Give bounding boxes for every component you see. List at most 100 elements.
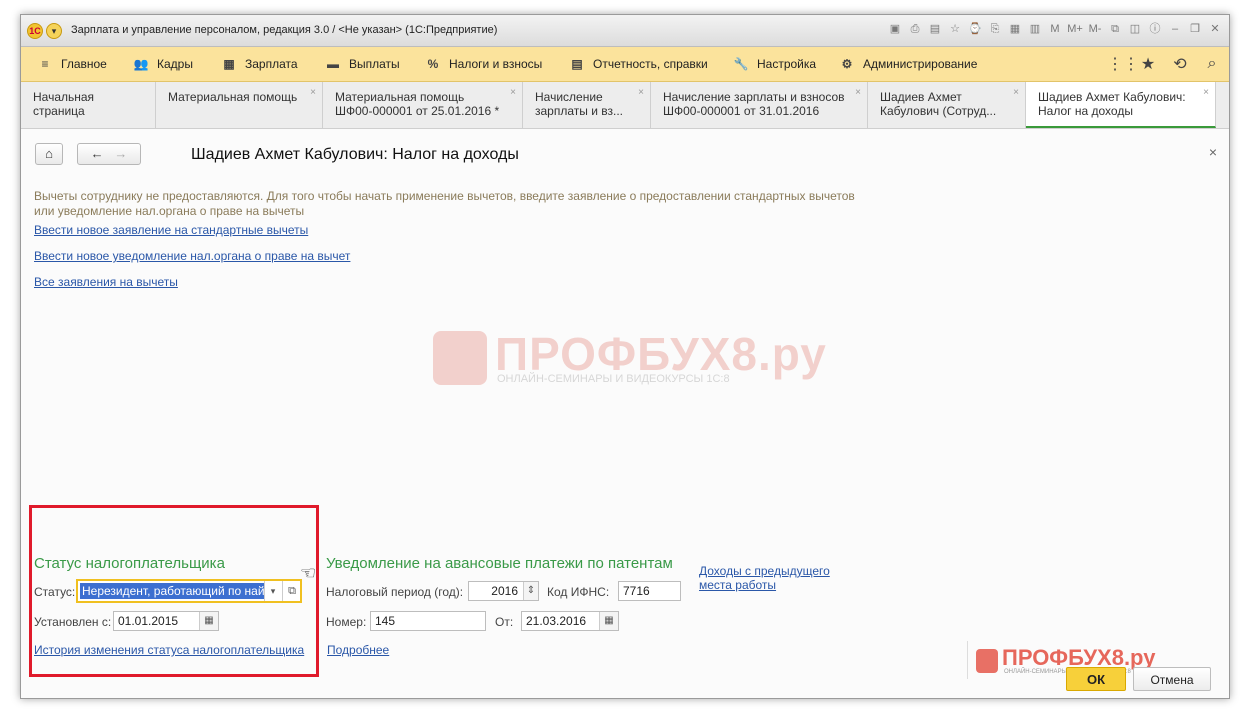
memory-plus-icon[interactable]: M+ xyxy=(1067,21,1083,37)
new-standard-deductions-link[interactable]: Ввести новое заявление на стандартные вы… xyxy=(34,223,308,237)
people-icon: 👥 xyxy=(133,57,149,71)
info-icon[interactable]: ⓘ xyxy=(1147,21,1163,37)
tax-period-value: 2016 xyxy=(491,584,518,598)
sections-menu: ≡ Главное 👥 Кадры ▦ Зарплата ▬ Выплаты % Нало… xyxy=(21,47,1229,82)
menu-item-taxes[interactable]: % Налоги и взносы xyxy=(425,47,543,81)
minimize-icon[interactable]: – xyxy=(1167,21,1183,37)
hamburger-icon: ≡ xyxy=(41,57,49,71)
tab-label: Материальная помощь xyxy=(335,90,465,104)
menu-item-label: Налоги и взносы xyxy=(449,57,543,71)
patent-date-field[interactable]: 21.03.2016 ▦ xyxy=(521,611,619,631)
app-logo-icon[interactable]: 1С xyxy=(27,23,43,39)
deductions-info-text: Вычеты сотруднику не предоставляются. Дл… xyxy=(34,189,855,218)
profbuh-logo-icon xyxy=(976,649,998,673)
favorites-icon[interactable]: ☆ xyxy=(947,21,963,37)
title-bar: 1С ▾ Зарплата и управление персоналом, р… xyxy=(21,15,1229,47)
forward-arrow-icon[interactable]: → xyxy=(114,146,127,161)
memory-m-icon[interactable]: M xyxy=(1047,21,1063,37)
menu-item-salary[interactable]: ▦ Зарплата xyxy=(221,47,298,81)
tab-home[interactable]: Начальная страница xyxy=(21,82,156,128)
tax-period-label: Налоговый период (год): xyxy=(326,585,464,599)
tab-close-icon[interactable]: × xyxy=(638,86,644,100)
ifns-code-value: 7716 xyxy=(623,584,650,598)
menu-item-admin[interactable]: ⚙ Администрирование xyxy=(839,47,978,81)
panels-icon[interactable]: ◫ xyxy=(1127,21,1143,37)
menu-item-hr[interactable]: 👥 Кадры xyxy=(133,47,193,81)
app-menu-dropdown-icon[interactable]: ▾ xyxy=(46,23,62,39)
menu-item-label: Выплаты xyxy=(349,57,400,71)
tab-label: Начальная страница xyxy=(33,90,95,118)
tab-label-line2: ШФ00-000001 от 25.01.2016 * xyxy=(335,104,500,118)
tab-close-icon[interactable]: × xyxy=(310,86,316,100)
tab-material-aid-list[interactable]: Материальная помощь × xyxy=(156,82,323,128)
patent-date-value: 21.03.2016 xyxy=(526,614,587,628)
search-icon[interactable]: ⌕ xyxy=(1203,55,1221,73)
calculator-icon[interactable]: ▦ xyxy=(1007,21,1023,37)
save-icon[interactable]: ▣ xyxy=(887,21,903,37)
menu-right-tools: ⋮⋮ ★ ⟲ ⌕ xyxy=(1107,47,1221,81)
tab-close-icon[interactable]: × xyxy=(855,86,861,100)
tab-salary-calc-list[interactable]: Начисление зарплаты и вз... × xyxy=(523,82,651,128)
title-bar-toolbar: ▣ ⎙ ▤ ☆ ⌚ ⎘ ▦ ▥ M M+ M- ⧉ ◫ ⓘ – ❐ ✕ xyxy=(887,21,1223,37)
tab-income-tax[interactable]: Шадиев Ахмет Кабулович: Налог на доходы … xyxy=(1026,82,1216,128)
number-field[interactable]: 145 xyxy=(370,611,486,631)
history-clock-icon[interactable]: ⟲ xyxy=(1171,54,1189,74)
wrench-icon: 🔧 xyxy=(733,57,749,71)
ifns-code-field[interactable]: 7716 xyxy=(618,581,681,601)
ifns-code-label: Код ИФНС: xyxy=(547,585,610,599)
home-button[interactable]: ⌂ xyxy=(35,143,63,165)
tab-label: Материальная помощь xyxy=(168,90,298,104)
watermark-subtitle: ОНЛАЙН-СЕМИНАРЫ И ВИДЕОКУРСЫ 1С:8 xyxy=(497,373,730,385)
watermark-logo-icon xyxy=(433,331,487,385)
copy-icon[interactable]: ⎘ xyxy=(987,21,1003,37)
tab-close-icon[interactable]: × xyxy=(1203,86,1209,100)
menu-item-label: Администрирование xyxy=(863,57,978,71)
new-tax-notice-link[interactable]: Ввести новое уведомление нал.органа о пр… xyxy=(34,249,350,263)
number-label: Номер: xyxy=(326,615,367,629)
menu-item-reports[interactable]: ▤ Отчетность, справки xyxy=(569,47,707,81)
date-label: От: xyxy=(495,615,514,629)
menu-item-label: Зарплата xyxy=(245,57,298,71)
gear-icon: ⚙ xyxy=(841,57,853,71)
tab-material-aid-doc[interactable]: Материальная помощь ШФ00-000001 от 25.01… xyxy=(323,82,523,128)
money-icon: ▬ xyxy=(327,57,339,71)
tab-close-icon[interactable]: × xyxy=(510,86,516,100)
tax-period-field[interactable]: 2016 ⇕ xyxy=(468,581,539,601)
spin-stepper-icon[interactable]: ⇕ xyxy=(523,582,538,600)
ok-button[interactable]: ОК xyxy=(1066,667,1126,691)
more-details-link[interactable]: Подробнее xyxy=(327,643,389,657)
all-functions-grid-icon[interactable]: ⋮⋮ xyxy=(1107,54,1139,74)
close-form-icon[interactable]: × xyxy=(1209,144,1217,160)
calendar-icon[interactable]: ▦ xyxy=(599,612,618,630)
memory-minus-icon[interactable]: M- xyxy=(1087,21,1103,37)
tab-label-line2: Кабулович (Сотруд... xyxy=(880,104,997,118)
calendar-icon[interactable]: ▥ xyxy=(1027,21,1043,37)
all-deduction-applications-link[interactable]: Все заявления на вычеты xyxy=(34,275,178,289)
tab-employee[interactable]: Шадиев Ахмет Кабулович (Сотруд... × xyxy=(868,82,1026,128)
menu-item-main[interactable]: ≡ Главное xyxy=(37,47,107,81)
window-list-icon[interactable]: ⧉ xyxy=(1107,21,1123,37)
back-arrow-icon[interactable]: ← xyxy=(91,146,104,161)
menu-item-settings[interactable]: 🔧 Настройка xyxy=(733,47,817,81)
history-icon[interactable]: ⌚ xyxy=(967,21,983,37)
tab-salary-calc-doc[interactable]: Начисление зарплаты и взносов ШФ00-00000… xyxy=(651,82,868,128)
preview-icon[interactable]: ▤ xyxy=(927,21,943,37)
tab-label-line2: Налог на доходы xyxy=(1038,104,1133,118)
percent-icon: % xyxy=(427,57,439,71)
tab-label: Шадиев Ахмет xyxy=(880,90,962,104)
patent-notice-heading: Уведомление на авансовые платежи по пате… xyxy=(326,555,673,572)
menu-item-label: Кадры xyxy=(157,57,193,71)
tab-label: Начисление xyxy=(535,90,603,104)
restore-icon[interactable]: ❐ xyxy=(1187,21,1203,37)
previous-employer-income-link[interactable]: Доходы с предыдущего места работы xyxy=(699,564,839,592)
favorites-star-icon[interactable]: ★ xyxy=(1139,54,1157,74)
print-icon[interactable]: ⎙ xyxy=(907,21,923,37)
cancel-button[interactable]: Отмена xyxy=(1133,667,1211,691)
close-window-icon[interactable]: ✕ xyxy=(1207,21,1223,37)
menu-item-payments[interactable]: ▬ Выплаты xyxy=(325,47,400,81)
highlight-box xyxy=(29,505,319,677)
window-title: Зарплата и управление персоналом, редакц… xyxy=(71,24,498,36)
tab-close-icon[interactable]: × xyxy=(1013,86,1019,100)
tab-label: Шадиев Ахмет Кабулович: xyxy=(1038,90,1186,104)
menu-item-label: Главное xyxy=(61,57,107,71)
